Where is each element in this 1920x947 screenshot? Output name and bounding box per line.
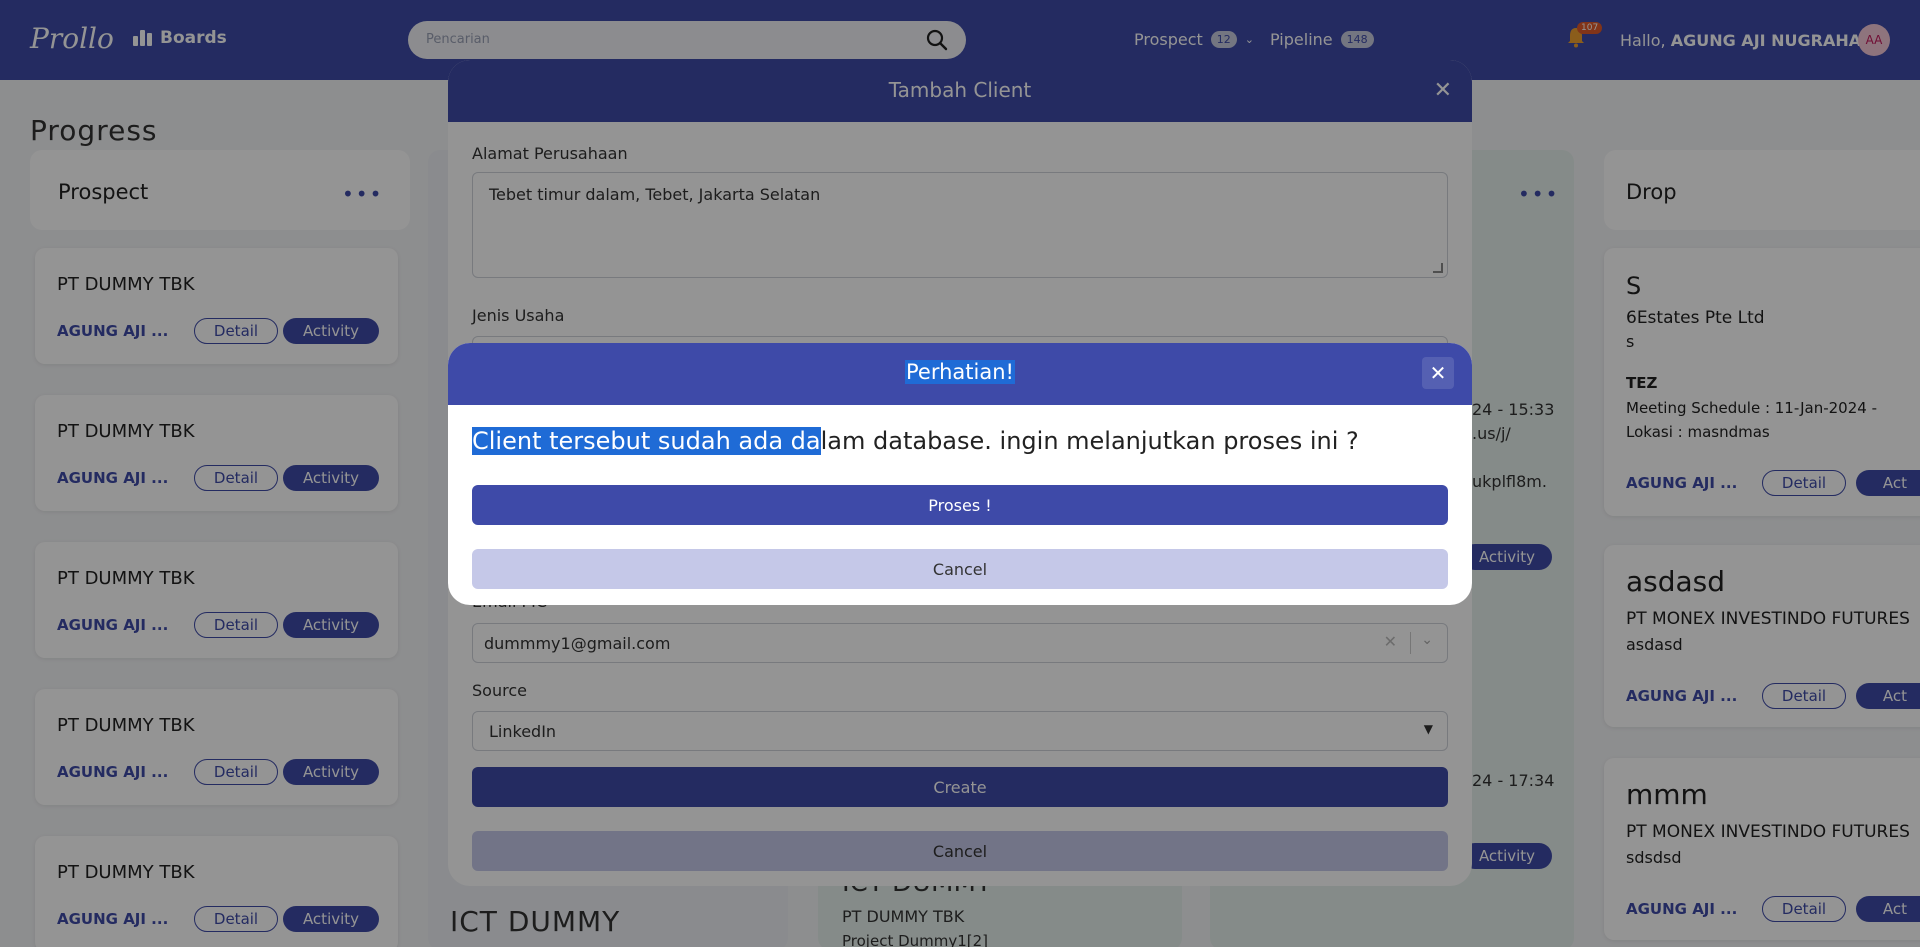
dialog-message-selected: Client tersebut sudah ada da xyxy=(472,427,821,455)
proses-button[interactable]: Proses ! xyxy=(472,485,1448,525)
close-icon[interactable]: ✕ xyxy=(1422,357,1454,389)
cancel-button[interactable]: Cancel xyxy=(472,549,1448,589)
dialog-header: Perhatian! ✕ xyxy=(448,343,1472,405)
dialog-title-wrap: Perhatian! xyxy=(448,360,1472,384)
dialog-title: Perhatian! xyxy=(905,360,1015,384)
dialog-message-rest: lam database. ingin melanjutkan proses i… xyxy=(820,427,1359,455)
confirm-dialog: Perhatian! ✕ Client tersebut sudah ada d… xyxy=(448,343,1472,605)
dialog-message: Client tersebut sudah ada dalam database… xyxy=(472,427,1359,455)
